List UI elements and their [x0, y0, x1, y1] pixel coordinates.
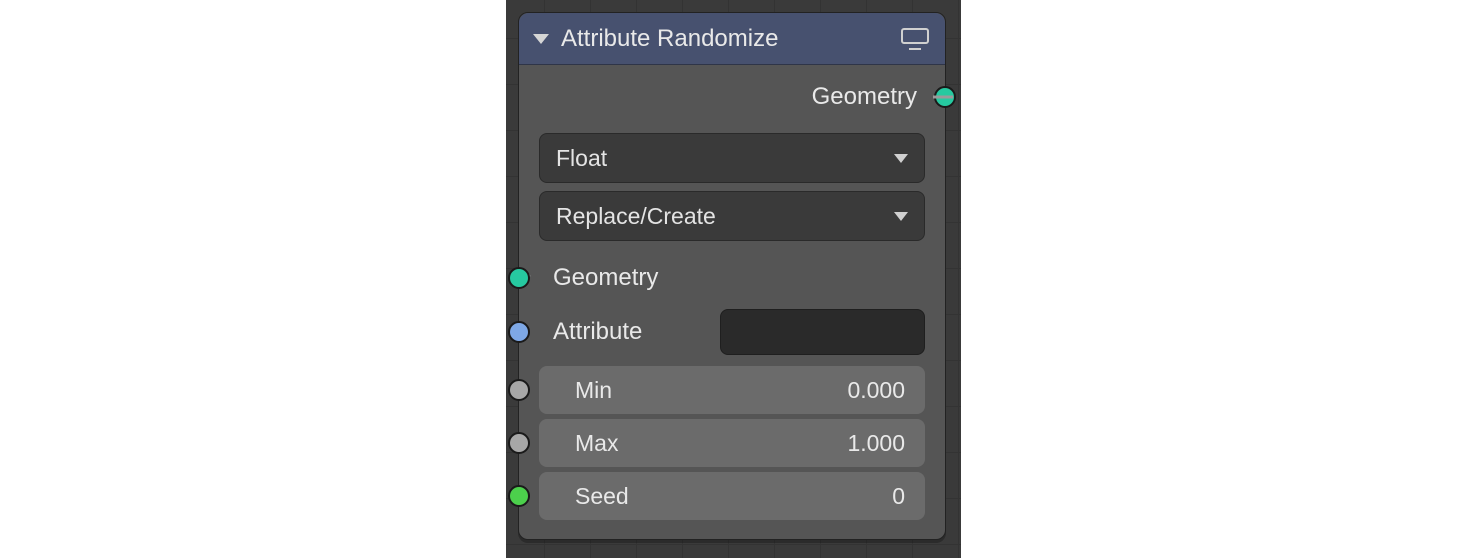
- link-stub-right: [933, 96, 953, 99]
- input-socket-seed[interactable]: [508, 485, 530, 507]
- input-max-value: 1.000: [847, 430, 905, 457]
- input-attribute-row: Attribute: [519, 303, 945, 361]
- input-seed-row[interactable]: Seed 0: [539, 472, 925, 520]
- input-socket-geometry[interactable]: [508, 267, 530, 289]
- output-geometry-label: Geometry: [812, 83, 917, 111]
- node-body: Geometry Float Replace/Create Geometry: [519, 65, 945, 539]
- node-title: Attribute Randomize: [561, 25, 901, 53]
- chevron-down-icon: [894, 212, 908, 221]
- attribute-randomize-node[interactable]: Attribute Randomize Geometry Float Repla…: [518, 12, 946, 540]
- operation-dropdown[interactable]: Replace/Create: [539, 191, 925, 241]
- input-min-label: Min: [575, 377, 847, 404]
- input-max-label: Max: [575, 430, 847, 457]
- input-socket-min[interactable]: [508, 379, 530, 401]
- input-geometry-label: Geometry: [553, 264, 658, 292]
- input-geometry-row: Geometry: [519, 253, 945, 303]
- attribute-text-field[interactable]: [720, 309, 925, 355]
- input-min-value: 0.000: [847, 377, 905, 404]
- node-editor-canvas[interactable]: Attribute Randomize Geometry Float Repla…: [506, 0, 961, 558]
- input-attribute-label: Attribute: [553, 318, 642, 346]
- data-type-dropdown[interactable]: Float: [539, 133, 925, 183]
- collapse-triangle-icon[interactable]: [533, 34, 549, 44]
- chevron-down-icon: [894, 154, 908, 163]
- node-header[interactable]: Attribute Randomize: [519, 13, 945, 65]
- output-geometry-row: Geometry: [519, 75, 945, 119]
- input-min-row[interactable]: Min 0.000: [539, 366, 925, 414]
- input-max-row[interactable]: Max 1.000: [539, 419, 925, 467]
- input-seed-value: 0: [892, 483, 905, 510]
- data-type-value: Float: [556, 145, 607, 172]
- input-socket-attribute[interactable]: [508, 321, 530, 343]
- input-seed-label: Seed: [575, 483, 892, 510]
- input-socket-max[interactable]: [508, 432, 530, 454]
- preview-toggle-icon[interactable]: [901, 28, 929, 50]
- operation-value: Replace/Create: [556, 203, 716, 230]
